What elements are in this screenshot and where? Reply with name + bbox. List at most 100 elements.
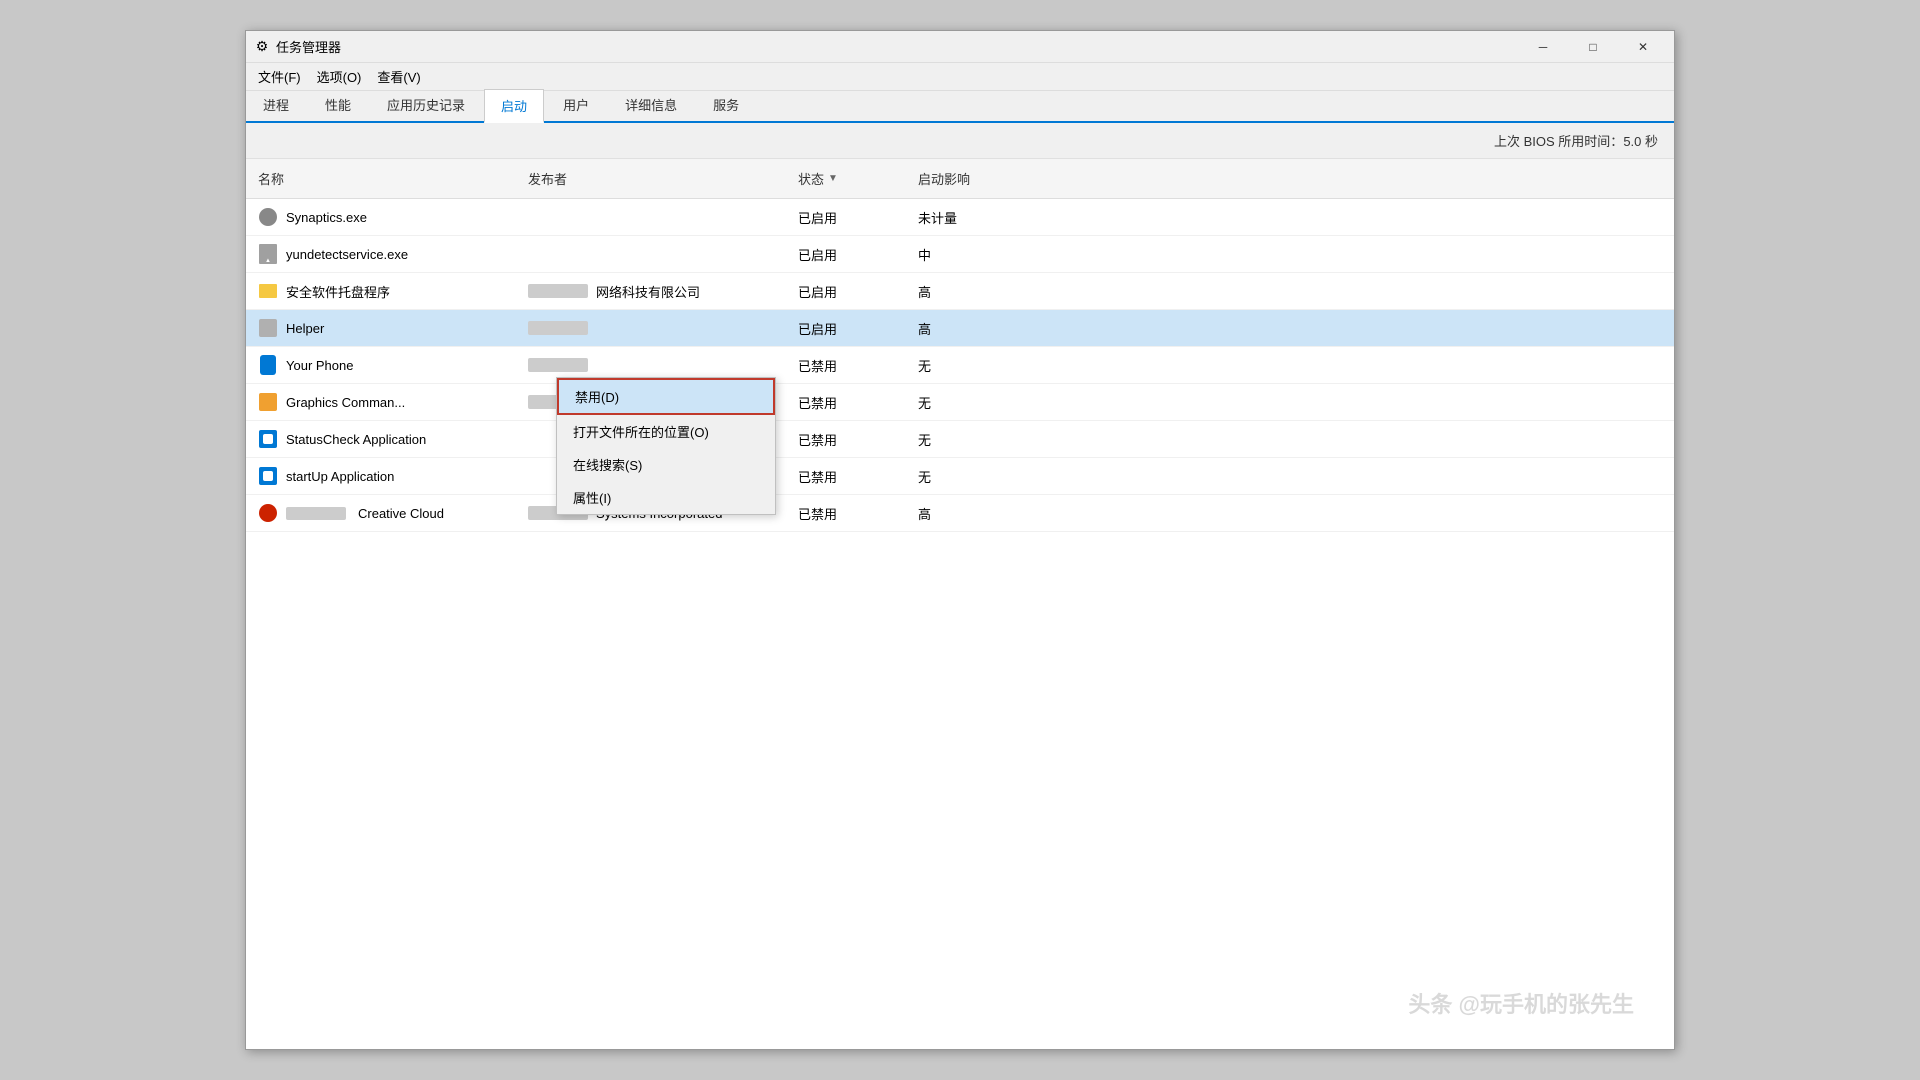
cell-extra bbox=[1026, 310, 1674, 346]
app-icon-statuscheck bbox=[258, 429, 278, 449]
app-icon-startup bbox=[258, 466, 278, 486]
header-name: 名称 bbox=[246, 165, 516, 192]
cell-name: startUp Application bbox=[246, 458, 516, 494]
cell-status: 已禁用 bbox=[786, 421, 906, 457]
context-menu-properties[interactable]: 属性(I) bbox=[557, 481, 775, 514]
cell-extra bbox=[1026, 199, 1674, 235]
header-status: 状态 ▼ bbox=[786, 165, 906, 192]
close-button[interactable]: ✕ bbox=[1620, 31, 1666, 63]
context-menu-disable[interactable]: 禁用(D) bbox=[557, 378, 775, 415]
cell-impact: 中 bbox=[906, 236, 1026, 272]
bios-bar: 上次 BIOS 所用时间： 5.0 秒 bbox=[246, 123, 1674, 159]
cell-name: Helper bbox=[246, 310, 516, 346]
tab-performance[interactable]: 性能 bbox=[308, 88, 368, 121]
table-row[interactable]: Graphics Comman... 已禁用 无 bbox=[246, 384, 1674, 421]
blurred-ms bbox=[528, 358, 588, 372]
table-row[interactable]: 安全软件托盘程序 网络科技有限公司 已启用 高 bbox=[246, 273, 1674, 310]
cell-extra bbox=[1026, 273, 1674, 309]
minimize-button[interactable]: ─ bbox=[1520, 31, 1566, 63]
tab-users[interactable]: 用户 bbox=[546, 88, 606, 121]
context-menu-open-location[interactable]: 打开文件所在的位置(O) bbox=[557, 415, 775, 448]
cell-extra bbox=[1026, 421, 1674, 457]
header-extra bbox=[1026, 165, 1674, 192]
header-publisher: 发布者 bbox=[516, 165, 786, 192]
cell-extra bbox=[1026, 236, 1674, 272]
cell-name: Synaptics.exe bbox=[246, 199, 516, 235]
cell-extra bbox=[1026, 458, 1674, 494]
bios-value: 5.0 秒 bbox=[1623, 131, 1658, 150]
cell-impact: 无 bbox=[906, 458, 1026, 494]
blurred-publisher bbox=[528, 284, 588, 298]
app-icon-helper bbox=[258, 318, 278, 338]
cell-extra bbox=[1026, 495, 1674, 531]
cell-impact: 高 bbox=[906, 273, 1026, 309]
title-bar: ⚙ 任务管理器 ─ □ ✕ bbox=[246, 31, 1674, 63]
menu-file[interactable]: 文件(F) bbox=[250, 63, 309, 90]
cell-impact: 未计量 bbox=[906, 199, 1026, 235]
table-row[interactable]: StatusCheck Application 已禁用 无 bbox=[246, 421, 1674, 458]
app-icon-yun: ▲ bbox=[258, 244, 278, 264]
task-manager-window: ⚙ 任务管理器 ─ □ ✕ 文件(F) 选项(O) 查看(V) 进程 性能 应用… bbox=[245, 30, 1675, 1050]
cell-impact: 无 bbox=[906, 347, 1026, 383]
context-menu-search-online[interactable]: 在线搜索(S) bbox=[557, 448, 775, 481]
cell-publisher bbox=[516, 199, 786, 235]
table-row[interactable]: startUp Application 已禁用 无 bbox=[246, 458, 1674, 495]
blurred-publisher2 bbox=[528, 321, 588, 335]
bios-label: 上次 BIOS 所用时间： bbox=[1494, 131, 1623, 150]
table-row[interactable]: ▲ yundetectservice.exe 已启用 中 bbox=[246, 236, 1674, 273]
tab-app-history[interactable]: 应用历史记录 bbox=[370, 88, 482, 121]
tab-startup[interactable]: 启动 bbox=[484, 89, 544, 123]
cell-status: 已禁用 bbox=[786, 384, 906, 420]
tab-bar: 进程 性能 应用历史记录 启动 用户 详细信息 服务 bbox=[246, 91, 1674, 123]
menu-view[interactable]: 查看(V) bbox=[369, 63, 428, 90]
app-icon-security bbox=[258, 281, 278, 301]
window-controls: ─ □ ✕ bbox=[1520, 31, 1666, 63]
cell-status: 已禁用 bbox=[786, 458, 906, 494]
cell-name: Your Phone bbox=[246, 347, 516, 383]
cell-impact: 高 bbox=[906, 495, 1026, 531]
tab-details[interactable]: 详细信息 bbox=[608, 88, 694, 121]
title-bar-left: ⚙ 任务管理器 bbox=[254, 37, 341, 56]
table-header: 名称 发布者 状态 ▼ 启动影响 bbox=[246, 159, 1674, 199]
cell-status: 已启用 bbox=[786, 310, 906, 346]
cell-publisher bbox=[516, 236, 786, 272]
cell-name: StatusCheck Application bbox=[246, 421, 516, 457]
menu-options[interactable]: 选项(O) bbox=[309, 63, 370, 90]
watermark: 头条 @玩手机的张先生 bbox=[1408, 987, 1634, 1019]
header-impact: 启动影响 bbox=[906, 165, 1026, 192]
cell-publisher: 网络科技有限公司 bbox=[516, 273, 786, 309]
cell-status: 已启用 bbox=[786, 273, 906, 309]
cell-name: 安全软件托盘程序 bbox=[246, 273, 516, 309]
table-row[interactable]: Your Phone 已禁用 无 bbox=[246, 347, 1674, 384]
cell-extra bbox=[1026, 384, 1674, 420]
sort-arrow-icon: ▼ bbox=[828, 173, 838, 184]
cell-status: 已禁用 bbox=[786, 495, 906, 531]
app-icon-graphics bbox=[258, 392, 278, 412]
cell-publisher bbox=[516, 310, 786, 346]
app-icon-yourphone bbox=[258, 355, 278, 375]
cell-impact: 无 bbox=[906, 421, 1026, 457]
cell-name: ▲ yundetectservice.exe bbox=[246, 236, 516, 272]
table-body: Synaptics.exe 已启用 未计量 ▲ yundetectservice… bbox=[246, 199, 1674, 532]
blurred-cc-prefix bbox=[286, 507, 346, 520]
cell-name: Creative Cloud bbox=[246, 495, 516, 531]
cell-status: 已启用 bbox=[786, 236, 906, 272]
cell-status: 已启用 bbox=[786, 199, 906, 235]
cell-impact: 无 bbox=[906, 384, 1026, 420]
app-icon: ⚙ bbox=[254, 39, 270, 55]
tab-process[interactable]: 进程 bbox=[246, 88, 306, 121]
cell-impact: 高 bbox=[906, 310, 1026, 346]
app-icon-creativecloud bbox=[258, 503, 278, 523]
cell-status: 已禁用 bbox=[786, 347, 906, 383]
table-row[interactable]: Synaptics.exe 已启用 未计量 bbox=[246, 199, 1674, 236]
cell-name: Graphics Comman... bbox=[246, 384, 516, 420]
tab-services[interactable]: 服务 bbox=[696, 88, 756, 121]
maximize-button[interactable]: □ bbox=[1570, 31, 1616, 63]
app-icon-synaptics bbox=[258, 207, 278, 227]
window-title: 任务管理器 bbox=[276, 37, 341, 56]
table-row-helper[interactable]: Helper 已启用 高 bbox=[246, 310, 1674, 347]
table-row[interactable]: Creative Cloud Systems Incorporated 已禁用 … bbox=[246, 495, 1674, 532]
cell-extra bbox=[1026, 347, 1674, 383]
context-menu: 禁用(D) 打开文件所在的位置(O) 在线搜索(S) 属性(I) bbox=[556, 377, 776, 515]
main-content: 名称 发布者 状态 ▼ 启动影响 Synaptics. bbox=[246, 159, 1674, 1049]
